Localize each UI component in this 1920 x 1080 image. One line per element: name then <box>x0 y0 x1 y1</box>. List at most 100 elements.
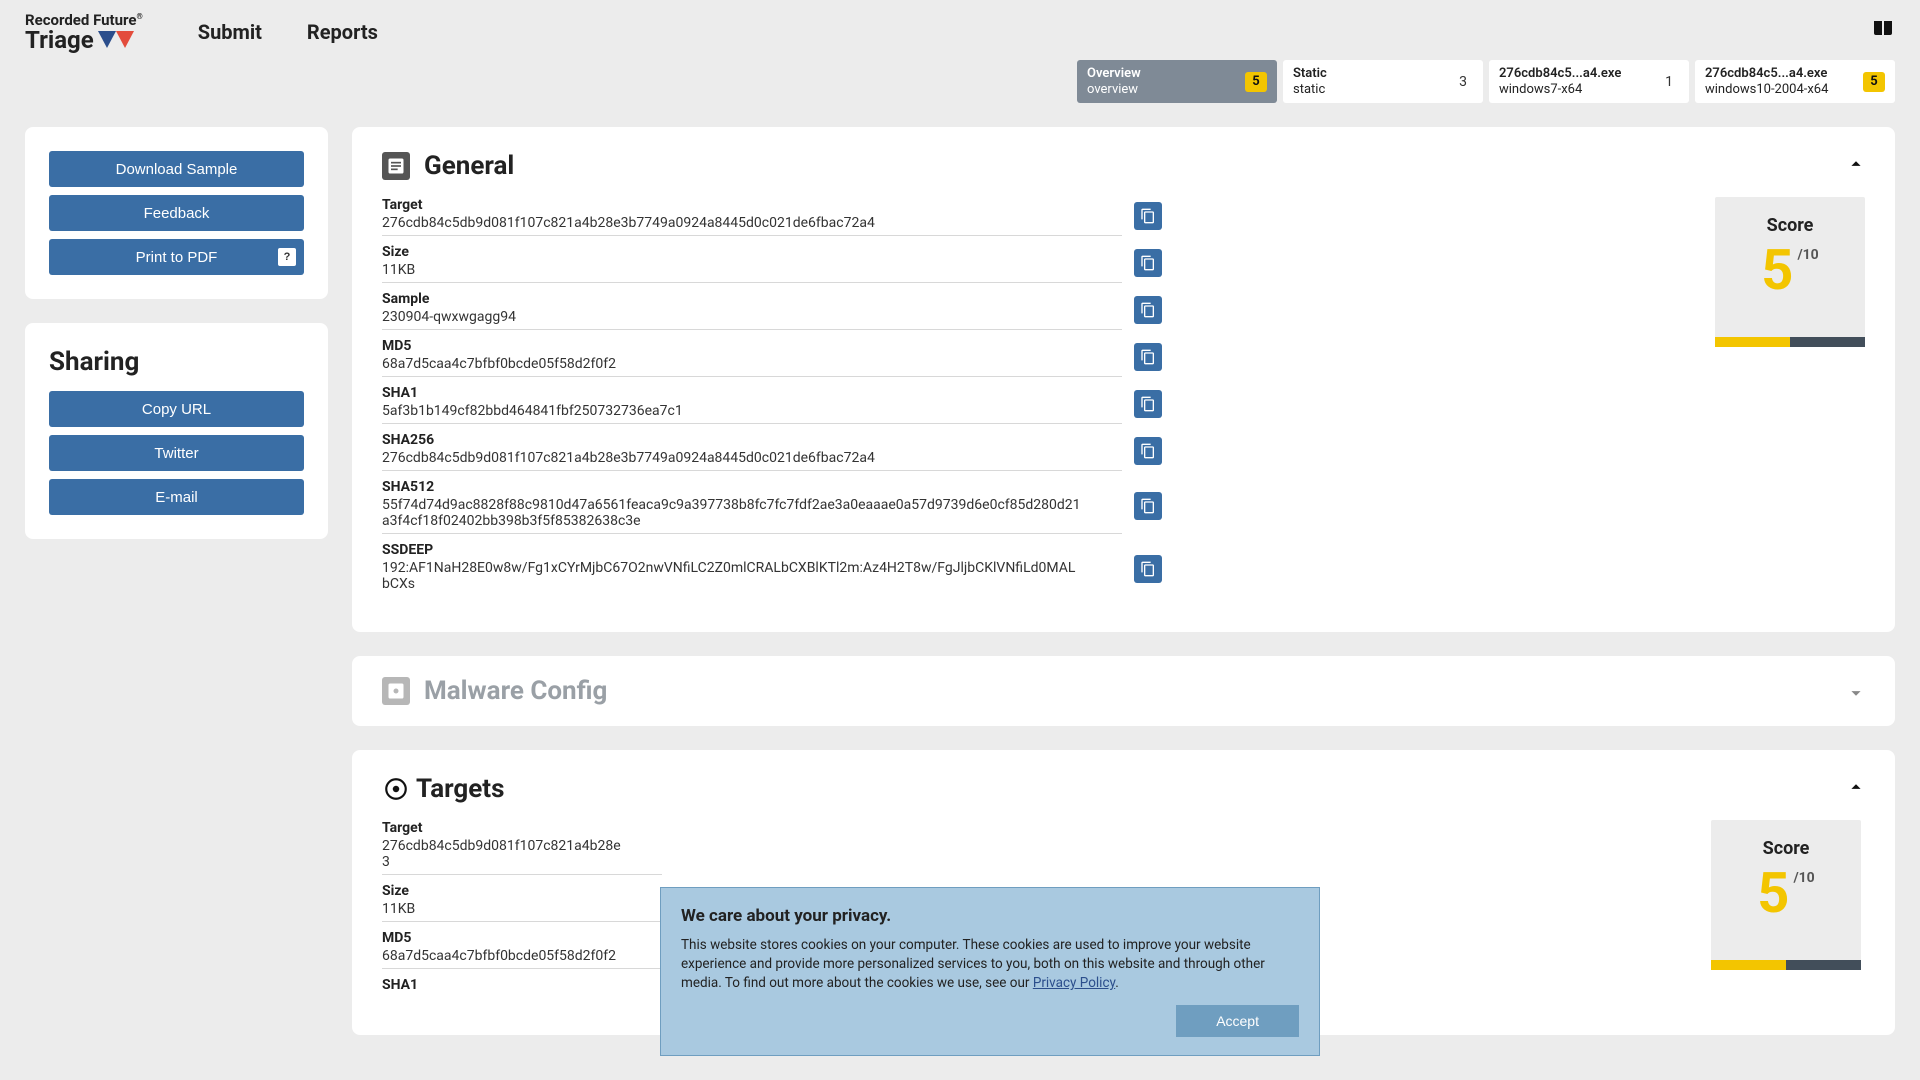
copy-icon[interactable] <box>1134 390 1162 418</box>
email-button[interactable]: E-mail <box>49 479 304 515</box>
expand-icon[interactable] <box>1845 682 1867 710</box>
general-panel: General Target 276cdb84c5db9d081f107c821… <box>352 127 1895 632</box>
nav-submit[interactable]: Submit <box>198 20 262 44</box>
copy-icon[interactable] <box>1134 343 1162 371</box>
field-value: 68a7d5caa4c7bfbf0bcde05f58d2f0f2 <box>382 948 662 964</box>
field-sha256: SHA256 276cdb84c5db9d081f107c821a4b28e3b… <box>382 432 1122 471</box>
print-pdf-shortcut: ? <box>278 248 296 266</box>
privacy-policy-link[interactable]: Privacy Policy <box>1033 975 1115 991</box>
tab-overview[interactable]: Overview overview 5 <box>1077 60 1277 103</box>
field-value: 276cdb84c5db9d081f107c821a4b28e3 <box>382 838 662 870</box>
score-label: Score <box>1767 215 1814 236</box>
copy-url-button[interactable]: Copy URL <box>49 391 304 427</box>
tab-score-badge: 5 <box>1245 72 1267 92</box>
field-value: 11KB <box>382 262 1122 278</box>
malware-config-panel[interactable]: Malware Config <box>352 656 1895 726</box>
general-score: Score 5 /10 <box>1715 197 1865 347</box>
tab-title: 276cdb84c5...a4.exe <box>1499 66 1621 82</box>
field-target: Target 276cdb84c5db9d081f107c821a4b28e3b… <box>382 197 1122 236</box>
field-label: Size <box>382 244 1122 260</box>
tab-title: 276cdb84c5...a4.exe <box>1705 66 1828 82</box>
tab-score-badge: 5 <box>1863 72 1885 92</box>
brand-line2: Triage <box>25 28 94 52</box>
tab-title: Overview <box>1087 66 1141 82</box>
general-icon <box>382 152 410 180</box>
targets-title: Targets <box>416 774 504 804</box>
score-label: Score <box>1763 838 1810 859</box>
field-value: 276cdb84c5db9d081f107c821a4b28e3b7749a09… <box>382 215 1122 231</box>
copy-icon[interactable] <box>1134 202 1162 230</box>
sharing-card: Sharing Copy URL Twitter E-mail <box>25 323 328 539</box>
cookie-body-pre: This website stores cookies on your comp… <box>681 937 1265 991</box>
targets-fields: Target 276cdb84c5db9d081f107c821a4b28e3 … <box>382 820 662 1007</box>
copy-icon[interactable] <box>1134 296 1162 324</box>
tab-sub: windows7-x64 <box>1499 82 1621 98</box>
collapse-icon[interactable] <box>1845 153 1867 181</box>
tab-static[interactable]: Static static 3 <box>1283 60 1483 103</box>
field-md5: MD5 68a7d5caa4c7bfbf0bcde05f58d2f0f2 <box>382 338 1122 377</box>
targets-icon <box>382 775 410 803</box>
field-label: SHA256 <box>382 432 1122 448</box>
tab-title: Static <box>1293 66 1327 82</box>
copy-icon[interactable] <box>1134 492 1162 520</box>
field-label: SHA1 <box>382 977 662 993</box>
report-tabs: Overview overview 5 Static static 3 276c… <box>0 60 1920 103</box>
field-sha1: SHA1 <box>382 977 662 999</box>
score-max: /10 <box>1797 248 1818 262</box>
copy-icon[interactable] <box>1134 555 1162 583</box>
general-fields: Target 276cdb84c5db9d081f107c821a4b28e3b… <box>382 197 1122 604</box>
feedback-button[interactable]: Feedback <box>49 195 304 231</box>
brand-mark-icon <box>98 31 134 48</box>
cookie-accept-button[interactable]: Accept <box>1176 1005 1299 1037</box>
malware-config-title: Malware Config <box>424 676 607 706</box>
field-size: Size 11KB <box>382 883 662 922</box>
download-sample-button[interactable]: Download Sample <box>49 151 304 187</box>
primary-nav: Submit Reports <box>198 20 378 44</box>
field-ssdeep: SSDEEP 192:AF1NaH28E0w8w/Fg1xCYrMjbC67O2… <box>382 542 1122 596</box>
field-label: Target <box>382 197 1122 213</box>
score-bar <box>1715 337 1865 347</box>
tab-sub: overview <box>1087 82 1141 98</box>
field-value: 68a7d5caa4c7bfbf0bcde05f58d2f0f2 <box>382 356 1122 372</box>
tab-sub: static <box>1293 82 1327 98</box>
brand-logo[interactable]: Recorded Future® Triage <box>25 13 143 52</box>
docs-icon[interactable] <box>1871 17 1895 47</box>
twitter-button[interactable]: Twitter <box>49 435 304 471</box>
field-target: Target 276cdb84c5db9d081f107c821a4b28e3 <box>382 820 662 875</box>
score-value: 5 <box>1761 242 1793 298</box>
field-value: 11KB <box>382 901 662 917</box>
tab-count: 3 <box>1453 74 1473 90</box>
actions-card: Download Sample Feedback Print to PDF ? <box>25 127 328 299</box>
cookie-title: We care about your privacy. <box>681 906 1299 926</box>
score-max: /10 <box>1793 871 1814 885</box>
print-pdf-button[interactable]: Print to PDF ? <box>49 239 304 275</box>
general-title: General <box>424 151 514 181</box>
field-value: 192:AF1NaH28E0w8w/Fg1xCYrMjbC67O2nwVNfiL… <box>382 560 1122 592</box>
score-bar <box>1711 960 1861 970</box>
cookie-dialog: We care about your privacy. This website… <box>660 887 1320 1056</box>
config-icon <box>382 677 410 705</box>
cookie-body-post: . <box>1115 975 1119 991</box>
field-value: 276cdb84c5db9d081f107c821a4b28e3b7749a09… <box>382 450 1122 466</box>
tab-count: 1 <box>1659 74 1679 90</box>
score-value: 5 <box>1757 865 1789 921</box>
field-label: Target <box>382 820 662 836</box>
sharing-title: Sharing <box>49 347 304 377</box>
nav-reports[interactable]: Reports <box>307 20 378 44</box>
field-label: SHA1 <box>382 385 1122 401</box>
field-label: Size <box>382 883 662 899</box>
field-sha512: SHA512 55f74d74d9ac8828f88c9810d47a6561f… <box>382 479 1122 534</box>
print-pdf-label: Print to PDF <box>136 249 218 266</box>
copy-icon[interactable] <box>1134 437 1162 465</box>
collapse-icon[interactable] <box>1845 776 1867 804</box>
tab-windows7[interactable]: 276cdb84c5...a4.exe windows7-x64 1 <box>1489 60 1689 103</box>
tab-windows10[interactable]: 276cdb84c5...a4.exe windows10-2004-x64 5 <box>1695 60 1895 103</box>
field-label: MD5 <box>382 338 1122 354</box>
field-value: 230904-qwxwgagg94 <box>382 309 1122 325</box>
field-md5: MD5 68a7d5caa4c7bfbf0bcde05f58d2f0f2 <box>382 930 662 969</box>
tab-sub: windows10-2004-x64 <box>1705 82 1828 98</box>
copy-icon[interactable] <box>1134 249 1162 277</box>
field-label: MD5 <box>382 930 662 946</box>
field-label: SHA512 <box>382 479 1122 495</box>
targets-score: Score 5 /10 <box>1711 820 1861 970</box>
